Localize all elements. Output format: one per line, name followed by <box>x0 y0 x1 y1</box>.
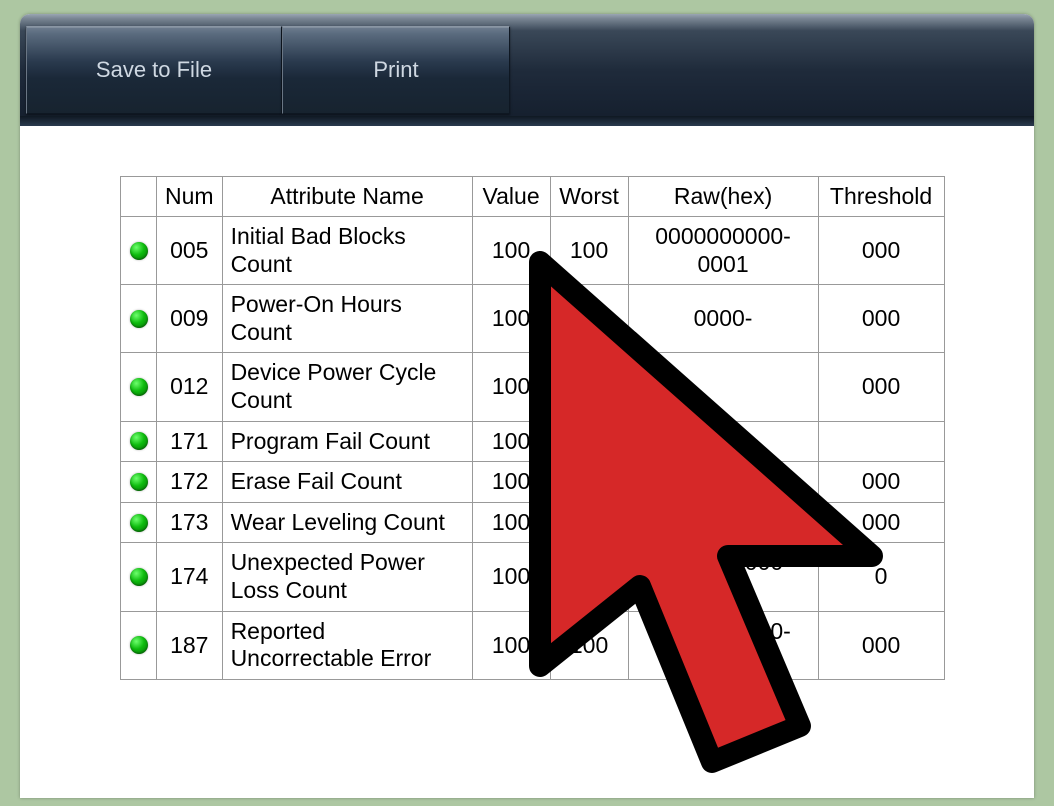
status-ok-icon <box>130 636 148 654</box>
value-cell: 100 <box>472 611 550 679</box>
threshold-cell: 000 <box>818 217 944 285</box>
raw-hex-cell: 0099 <box>628 502 818 543</box>
print-button[interactable]: Print <box>282 26 510 114</box>
raw-hex-cell: 0000000000-005D <box>628 543 818 611</box>
num-cell: 187 <box>157 611 223 679</box>
print-label: Print <box>373 57 418 83</box>
header-worst: Worst <box>550 177 628 217</box>
status-cell <box>121 217 157 285</box>
table-header-row: Num Attribute Name Value Worst Raw(hex) … <box>121 177 945 217</box>
status-cell <box>121 502 157 543</box>
worst-cell: 100 <box>550 353 628 421</box>
value-cell: 100 <box>472 353 550 421</box>
header-status <box>121 177 157 217</box>
threshold-cell: 000 <box>818 611 944 679</box>
table-row[interactable]: 009Power-On Hours Count1001000000-000 <box>121 285 945 353</box>
status-ok-icon <box>130 473 148 491</box>
table-row[interactable]: 173Wear Leveling Count1001000099000 <box>121 502 945 543</box>
status-ok-icon <box>130 514 148 532</box>
threshold-cell: 0 <box>818 543 944 611</box>
threshold-cell: 000 <box>818 462 944 503</box>
status-cell <box>121 611 157 679</box>
num-cell: 009 <box>157 285 223 353</box>
header-raw-hex: Raw(hex) <box>628 177 818 217</box>
table-row[interactable]: 012Device Power Cycle Count100100000 <box>121 353 945 421</box>
num-cell: 005 <box>157 217 223 285</box>
status-cell <box>121 543 157 611</box>
value-cell: 100 <box>472 502 550 543</box>
smart-attributes-table: Num Attribute Name Value Worst Raw(hex) … <box>120 176 945 680</box>
status-ok-icon <box>130 310 148 328</box>
table-row[interactable]: 187Reported Uncorrectable Error100100000… <box>121 611 945 679</box>
attribute-name-cell: Program Fail Count <box>222 421 472 462</box>
table-row[interactable]: 172Erase Fail Count100100000 <box>121 462 945 503</box>
worst-cell: 100 <box>550 502 628 543</box>
content-area: Num Attribute Name Value Worst Raw(hex) … <box>20 126 1034 798</box>
attribute-name-cell: Power-On Hours Count <box>222 285 472 353</box>
value-cell: 100 <box>472 462 550 503</box>
raw-hex-cell <box>628 462 818 503</box>
table-row[interactable]: 174Unexpected Power Loss Count1001000000… <box>121 543 945 611</box>
worst-cell: 100 <box>550 285 628 353</box>
status-ok-icon <box>130 378 148 396</box>
header-attribute-name: Attribute Name <box>222 177 472 217</box>
worst-cell: 100 <box>550 462 628 503</box>
num-cell: 172 <box>157 462 223 503</box>
value-cell: 100 <box>472 421 550 462</box>
raw-hex-cell <box>628 421 818 462</box>
value-cell: 100 <box>472 285 550 353</box>
status-ok-icon <box>130 568 148 586</box>
header-value: Value <box>472 177 550 217</box>
worst-cell: 100 <box>550 217 628 285</box>
threshold-cell <box>818 421 944 462</box>
raw-hex-cell: 0000000000-0000 <box>628 611 818 679</box>
header-threshold: Threshold <box>818 177 944 217</box>
app-window: Save to File Print Num Attribute Name Va… <box>20 14 1034 798</box>
status-cell <box>121 421 157 462</box>
worst-cell: 100 <box>550 421 628 462</box>
status-cell <box>121 285 157 353</box>
num-cell: 174 <box>157 543 223 611</box>
attribute-name-cell: Wear Leveling Count <box>222 502 472 543</box>
attribute-name-cell: Device Power Cycle Count <box>222 353 472 421</box>
raw-hex-cell <box>628 353 818 421</box>
value-cell: 100 <box>472 543 550 611</box>
status-ok-icon <box>130 432 148 450</box>
threshold-cell: 000 <box>818 502 944 543</box>
num-cell: 171 <box>157 421 223 462</box>
save-to-file-label: Save to File <box>96 57 212 83</box>
status-cell <box>121 462 157 503</box>
threshold-cell: 000 <box>818 353 944 421</box>
raw-hex-cell: 0000- <box>628 285 818 353</box>
attribute-name-cell: Erase Fail Count <box>222 462 472 503</box>
table-row[interactable]: 005Initial Bad Blocks Count1001000000000… <box>121 217 945 285</box>
table-row[interactable]: 171Program Fail Count100100 <box>121 421 945 462</box>
num-cell: 012 <box>157 353 223 421</box>
num-cell: 173 <box>157 502 223 543</box>
status-ok-icon <box>130 242 148 260</box>
worst-cell: 100 <box>550 543 628 611</box>
raw-hex-cell: 0000000000-0001 <box>628 217 818 285</box>
attribute-name-cell: Initial Bad Blocks Count <box>222 217 472 285</box>
save-to-file-button[interactable]: Save to File <box>26 26 282 114</box>
attribute-name-cell: Unexpected Power Loss Count <box>222 543 472 611</box>
value-cell: 100 <box>472 217 550 285</box>
status-cell <box>121 353 157 421</box>
worst-cell: 100 <box>550 611 628 679</box>
threshold-cell: 000 <box>818 285 944 353</box>
toolbar: Save to File Print <box>20 14 1034 126</box>
header-num: Num <box>157 177 223 217</box>
attribute-name-cell: Reported Uncorrectable Error <box>222 611 472 679</box>
